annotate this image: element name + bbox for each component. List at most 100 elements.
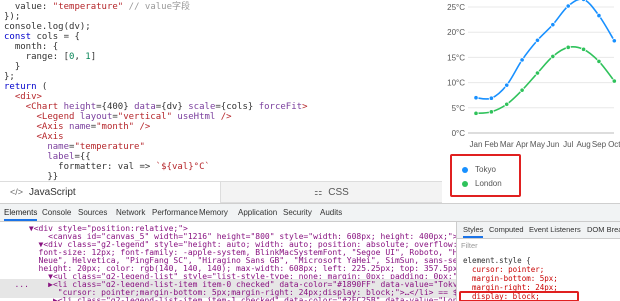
data-point[interactable] [534, 70, 541, 76]
code-token: }; [4, 72, 15, 82]
tab-javascript-label: JavaScript [29, 187, 76, 198]
legend-item-tokyo[interactable]: Tokyo [462, 164, 496, 176]
display-block-highlight [459, 291, 579, 301]
series-line-tokyo [475, 0, 615, 100]
code-token: height [63, 102, 97, 112]
devtools-tab-application[interactable]: Application [238, 204, 277, 221]
data-point[interactable] [488, 95, 494, 101]
code-token: "month" [96, 122, 135, 132]
code-token: ={cols} [215, 102, 259, 112]
data-point[interactable] [565, 3, 571, 9]
devtools-tab-elements[interactable]: Elements [4, 204, 38, 221]
code-line: }} [4, 172, 58, 181]
y-tick-label: 5°C [452, 104, 466, 113]
legend-label-tokyo: Tokyo [475, 165, 496, 174]
legend-dot-icon [462, 180, 468, 187]
code-token: value: [4, 2, 53, 12]
code-token: ={dv} [155, 102, 189, 112]
y-tick-label: 20°C [447, 28, 465, 37]
data-point[interactable] [519, 57, 525, 63]
code-token: > [302, 102, 308, 112]
code-token: ( [36, 82, 48, 92]
devtools-tab-network[interactable]: Network [116, 204, 145, 221]
code-token: "vertical" [117, 112, 172, 122]
code-token: /> [220, 112, 232, 122]
data-point[interactable] [488, 109, 494, 115]
styles-tab-dom-breakp[interactable]: DOM Breakp [587, 222, 620, 238]
code-token: range: [ [4, 52, 70, 62]
code-token: <Axis [4, 122, 70, 132]
styles-tab-styles[interactable]: Styles [463, 222, 484, 238]
code-token: useHtml [171, 112, 221, 122]
code-token: ={{ [74, 152, 91, 162]
code-token: , [74, 52, 86, 62]
data-point[interactable] [581, 0, 587, 3]
devtools-tab-sources[interactable]: Sources [78, 204, 107, 221]
devtools-tab-console[interactable]: Console [42, 204, 71, 221]
data-point[interactable] [580, 46, 587, 52]
data-point[interactable] [565, 44, 571, 50]
code-token: `${val}°C` [155, 162, 210, 172]
code-token: layout [79, 112, 113, 122]
code-token: }); [4, 12, 21, 22]
x-tick-label: Aug [576, 140, 590, 149]
x-tick-label: Jun [546, 140, 559, 149]
code-token: data [134, 102, 156, 112]
data-point[interactable] [550, 22, 556, 28]
styles-tab-bar: Styles Computed Event Listeners DOM Breakp [457, 222, 620, 239]
tab-javascript[interactable]: </> JavaScript [0, 182, 221, 203]
x-tick-label: May [530, 140, 545, 149]
data-point[interactable] [519, 87, 525, 93]
x-tick-label: Jul [563, 140, 573, 149]
x-tick-label: Feb [484, 140, 498, 149]
styles-tab-computed[interactable]: Computed [489, 222, 524, 238]
styles-pane: StylesComputedEvent ListenersDOM Breakp … [456, 222, 620, 301]
data-point[interactable] [473, 110, 479, 116]
devtools-tab-security[interactable]: Security [283, 204, 312, 221]
code-editor[interactable]: value: "temperature" // value字段}); consol… [0, 0, 442, 181]
code-token: <Legend [4, 112, 80, 122]
devtools-tab-audits[interactable]: Audits [320, 204, 342, 221]
chart-legend: Tokyo London [450, 154, 521, 197]
data-point[interactable] [473, 95, 479, 101]
legend-dot-icon [462, 166, 468, 173]
styles-tab-event-listeners[interactable]: Event Listeners [529, 222, 581, 238]
code-token: /> [134, 122, 151, 132]
styles-filter-input[interactable]: Filter [461, 241, 478, 250]
x-tick-label: Apr [516, 140, 529, 149]
style-declaration[interactable]: cursor: pointer; [463, 265, 544, 274]
code-token: "temperature" [74, 142, 145, 152]
code-token: ] [90, 52, 97, 62]
x-tick-label: Oct [608, 140, 620, 149]
dom-node-line[interactable]: ▶<li class="g2-legend-list-item item-1 c… [0, 295, 456, 301]
data-point[interactable] [504, 101, 510, 107]
data-point[interactable] [596, 58, 602, 65]
style-selector: element.style { [463, 256, 531, 265]
data-point[interactable] [596, 12, 602, 19]
tab-css[interactable]: ⚏ CSS [221, 182, 442, 203]
y-tick-label: 25°C [447, 3, 465, 12]
data-point[interactable] [611, 78, 617, 84]
code-token: forceFit [258, 102, 303, 112]
legend-item-london[interactable]: London [462, 178, 502, 190]
y-tick-label: 10°C [447, 79, 465, 88]
code-token: return [4, 82, 37, 92]
style-declaration[interactable]: margin-bottom: 5px; [463, 274, 558, 283]
series-line-london [475, 46, 615, 115]
data-point[interactable] [534, 37, 541, 43]
code-token: ={400} [96, 102, 135, 112]
data-point[interactable] [550, 53, 556, 59]
code-token: scale [188, 102, 216, 112]
devtools-panel: Elements Console Sources Network Performance… [0, 203, 620, 301]
devtools-tab-memory[interactable]: Memory [199, 204, 228, 221]
data-point[interactable] [504, 82, 510, 88]
code-line: value: "temperature" // value字段 [4, 2, 190, 13]
editor-tab-bar: </> JavaScript ⚏ CSS [0, 181, 442, 203]
chart-preview: 25°C 20°C 15°C 10°C 5°C 0°C Jan Feb Mar Apr May Jun… [442, 0, 620, 203]
elements-tree[interactable]: ▼<div style="position:relative;"> <canva… [0, 222, 456, 301]
data-point[interactable] [611, 38, 617, 44]
code-token: const [4, 32, 32, 42]
code-token: }} [4, 172, 59, 181]
css-file-icon: ⚏ [314, 187, 323, 197]
devtools-tab-performance[interactable]: Performance [152, 204, 198, 221]
